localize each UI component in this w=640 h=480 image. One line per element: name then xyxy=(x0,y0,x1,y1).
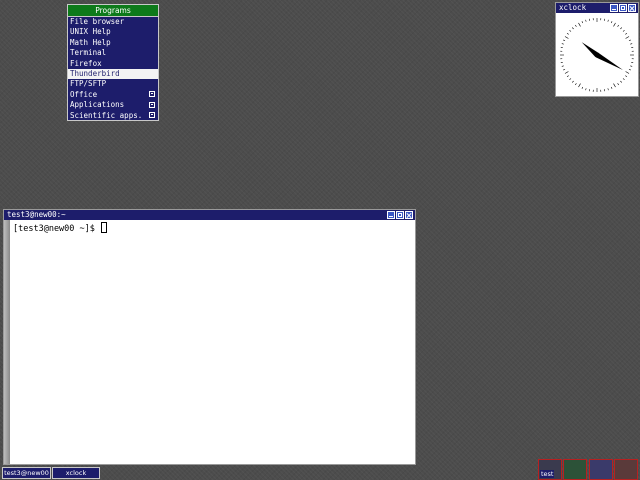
clock-tick xyxy=(610,86,613,89)
text-cursor xyxy=(101,222,107,233)
clock-tick xyxy=(622,30,625,32)
close-icon[interactable] xyxy=(405,211,413,219)
clock-tick xyxy=(628,39,631,42)
clock-tick xyxy=(617,83,619,86)
terminal-scrollbar[interactable] xyxy=(4,220,10,464)
menu-item-office[interactable]: Office xyxy=(68,90,158,100)
menu-item-scientific-apps[interactable]: Scientific apps. xyxy=(68,111,158,121)
clock-tick xyxy=(585,19,587,22)
menu-item-math-help[interactable]: Math Help xyxy=(68,38,158,48)
clock-tick xyxy=(630,43,633,45)
clock-tick xyxy=(566,33,569,35)
pager-desktop-4[interactable] xyxy=(614,459,638,480)
clock-tick xyxy=(561,43,564,45)
minimize-icon[interactable] xyxy=(610,4,618,12)
clock-tick xyxy=(625,75,628,77)
close-icon[interactable] xyxy=(628,4,636,12)
maximize-icon[interactable] xyxy=(396,211,404,219)
clock-tick xyxy=(607,19,609,22)
maximize-icon[interactable] xyxy=(619,4,627,12)
terminal-content[interactable]: [test3@new00 ~]$ xyxy=(13,222,107,235)
clock-tick xyxy=(585,88,587,91)
menu-item-unix-help[interactable]: UNIX Help xyxy=(68,27,158,37)
menu-item-ftp-sftp[interactable]: FTP/SFTP xyxy=(68,79,158,89)
menu-item-label: Firefox xyxy=(70,58,102,68)
terminal-window[interactable]: test3@new00:~ [test3@new00 ~]$ xyxy=(3,209,416,465)
menu-item-label: File browser xyxy=(70,17,125,26)
submenu-arrow-icon xyxy=(149,101,155,108)
menu-item-label: Scientific apps. xyxy=(70,110,143,120)
clock-tick xyxy=(628,68,631,71)
submenu-arrow-icon xyxy=(149,112,155,119)
clock-tick xyxy=(578,83,581,88)
clock-minute-hand xyxy=(595,52,623,70)
menu-item-label: UNIX Help xyxy=(70,27,111,37)
submenu-arrow-icon xyxy=(149,91,155,98)
menu-item-file-browser[interactable]: File browser xyxy=(68,17,158,27)
taskbar-item-xclock[interactable]: xclock xyxy=(52,467,100,479)
clock-tick xyxy=(566,75,569,77)
taskbar-item-terminal[interactable]: test3@new00 xyxy=(2,467,51,479)
terminal-titlebar[interactable]: test3@new00:~ xyxy=(4,210,415,220)
taskbar-item-label: test3@new00 xyxy=(4,469,49,477)
pager-desktop-1[interactable]: test xyxy=(538,459,562,480)
clock-tick xyxy=(625,71,630,74)
clock-tick xyxy=(572,27,574,30)
clock-tick xyxy=(563,39,566,42)
clock-tick xyxy=(620,80,622,83)
clock-tick xyxy=(569,30,572,32)
menu-item-thunderbird[interactable]: Thunderbird xyxy=(68,68,158,80)
clock-tick xyxy=(630,65,633,67)
menu-item-applications[interactable]: Applications xyxy=(68,100,158,110)
clock-tick xyxy=(617,24,619,27)
menu-item-label: Applications xyxy=(70,100,125,110)
menu-item-label: Math Help xyxy=(70,37,111,47)
xclock-window: xclock xyxy=(555,2,639,97)
pager-desktop-label: test xyxy=(540,470,555,478)
menu-item-label: Thunderbird xyxy=(70,68,120,78)
clock-tick xyxy=(581,86,584,89)
menu-item-label: Terminal xyxy=(70,48,107,58)
clock-tick xyxy=(613,83,616,88)
xclock-titlebar[interactable]: xclock xyxy=(556,3,638,13)
pager-desktop-2[interactable] xyxy=(563,459,587,480)
clock-tick xyxy=(564,71,569,74)
clock-tick xyxy=(561,65,564,67)
menu-item-terminal[interactable]: Terminal xyxy=(68,48,158,58)
taskbar-item-label: xclock xyxy=(65,469,87,477)
clock-tick xyxy=(613,22,616,27)
pager-desktop-3[interactable] xyxy=(589,459,613,480)
clock-tick xyxy=(610,21,613,24)
xclock-title: xclock xyxy=(559,3,587,12)
clock-tick xyxy=(622,78,625,80)
clock-tick xyxy=(607,88,609,91)
clock-tick xyxy=(572,80,574,83)
clock-face xyxy=(560,18,634,92)
menu-item-label: Office xyxy=(70,89,98,99)
programs-menu: Programs File browser UNIX Help Math Hel… xyxy=(67,4,159,121)
menu-item-label: FTP/SFTP xyxy=(70,79,107,89)
clock-tick xyxy=(578,22,581,27)
shell-prompt: [test3@new00 ~]$ xyxy=(13,224,100,234)
menu-item-firefox[interactable]: Firefox xyxy=(68,59,158,69)
clock-tick xyxy=(625,36,630,39)
clock-tick xyxy=(564,36,569,39)
programs-menu-title: Programs xyxy=(68,5,158,17)
clock-tick xyxy=(563,68,566,71)
clock-tick xyxy=(575,24,577,27)
clock-tick xyxy=(581,21,584,24)
clock-tick xyxy=(620,27,622,30)
minimize-icon[interactable] xyxy=(387,211,395,219)
clock-tick xyxy=(625,33,628,35)
terminal-title: test3@new00:~ xyxy=(7,210,66,219)
clock-tick xyxy=(569,78,572,80)
clock-tick xyxy=(575,83,577,86)
